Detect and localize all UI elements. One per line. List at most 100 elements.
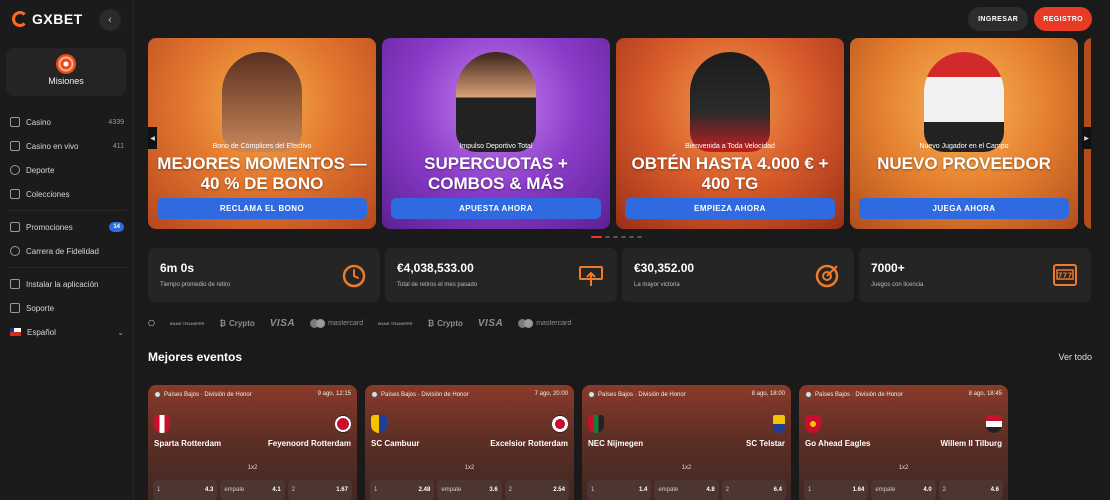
carousel-dot[interactable] (591, 236, 602, 238)
sidebar-item-count: 411 (112, 142, 124, 150)
payment-label: Crypto (437, 319, 463, 328)
payment-label: mastercard (536, 320, 572, 327)
carousel-pagination (591, 236, 642, 238)
bank-transfer-logo: BANK TRANSFER (170, 321, 204, 326)
team-crest-icon (588, 415, 604, 433)
promo-banner[interactable]: Nuevo Jugador en el Campo NUEVO PROVEEDO… (850, 38, 1078, 229)
sidebar-item-collections[interactable]: Colecciones (0, 182, 134, 206)
odd-button[interactable]: 2 2.54 (504, 480, 569, 500)
banner-character-image (456, 52, 536, 152)
market-label: 1x2 (464, 465, 475, 471)
market-label: 1x2 (898, 465, 909, 471)
odd-button[interactable]: 1 1.64 (804, 480, 869, 500)
odd-button[interactable]: 1 4.3 (153, 480, 218, 500)
promo-banner[interactable]: Impulso Deportivo Total SUPERCUOTAS + CO… (382, 38, 610, 229)
odds-row: 1 1.64 empate 4.0 2 4.6 (804, 480, 1003, 500)
sidebar-item-install-app[interactable]: Instalar la aplicación (0, 272, 134, 296)
sidebar-item-casino[interactable]: Casino 4339 (0, 110, 134, 134)
banner-cta-button[interactable]: JUEGA AHORA (859, 198, 1069, 219)
carousel-prev-button[interactable]: ◀ (148, 127, 157, 149)
timer-icon (342, 264, 366, 288)
odd-button[interactable]: 1 1.4 (587, 480, 652, 500)
target-icon (56, 54, 76, 74)
odd-button[interactable]: 2 1.67 (287, 480, 352, 500)
see-all-link[interactable]: Ver todo (1058, 352, 1092, 362)
banner-cta-button[interactable]: APUESTA AHORA (391, 198, 601, 219)
mastercard-logo: mastercard (310, 319, 363, 328)
sidebar-item-promotions[interactable]: Promociones 14 (0, 215, 134, 239)
stat-value: 7000+ (871, 261, 905, 275)
promo-banner[interactable]: Bienvenida a Toda Velocidad OBTÉN HASTA … (616, 38, 844, 229)
promo-carousel: Bono de Cómplices del Efectivo MEJORES M… (148, 38, 1091, 229)
carousel-dot[interactable] (605, 236, 610, 238)
odd-button[interactable]: 1 2.48 (370, 480, 435, 500)
banner-character-image (222, 52, 302, 152)
missions-label: Misiones (48, 76, 84, 86)
missions-button[interactable]: Misiones (6, 48, 126, 96)
sidebar-item-live-casino[interactable]: Casino en vivo 411 (0, 134, 134, 158)
odd-value: 2.48 (418, 487, 431, 493)
payment-logo-partial: ⎔ (148, 319, 155, 328)
event-card[interactable]: Países Bajos · División de Honor 8 ago, … (799, 385, 1008, 500)
banner-title: OBTÉN HASTA 4.000 € + 400 TG (631, 154, 829, 193)
language-selector[interactable]: Español ⌄ (0, 320, 134, 344)
odd-button[interactable]: empate 4.8 (654, 480, 719, 500)
divider (8, 210, 126, 211)
stat-card: 7000+ Juegos con licencia 777 (859, 248, 1091, 302)
event-card[interactable]: Países Bajos · División de Honor 8 ago, … (582, 385, 791, 500)
odd-key: 2 (508, 487, 512, 493)
team-crest-icon (371, 415, 387, 433)
sidebar-item-label: Casino en vivo (26, 141, 79, 151)
league-label: Países Bajos · División de Honor (598, 391, 686, 398)
odd-value: 4.1 (272, 487, 281, 493)
soccer-ball-icon (371, 391, 378, 398)
carousel-dot[interactable] (613, 236, 618, 238)
odd-button[interactable]: 2 6.4 (721, 480, 786, 500)
odd-key: 1 (157, 487, 161, 493)
banner-cta-button[interactable]: RECLAMA EL BONO (157, 198, 367, 219)
login-button[interactable]: INGRESAR (968, 7, 1029, 31)
odd-value: 4.6 (990, 487, 999, 493)
odd-value: 1.4 (638, 487, 648, 493)
home-team: Go Ahead Eagles (805, 439, 871, 448)
casino-icon (10, 117, 20, 127)
loyalty-icon (10, 246, 20, 256)
event-time: 7 ago, 20:00 (534, 391, 568, 397)
odds-row: 1 4.3 empate 4.1 2 1.67 (153, 480, 352, 500)
mastercard-logo: mastercard (518, 319, 571, 328)
crypto-logo: ₿ Crypto (427, 319, 463, 328)
odd-button[interactable]: empate 4.1 (220, 480, 285, 500)
odd-button[interactable]: empate 3.6 (437, 480, 502, 500)
header-actions: INGRESAR REGISTRO (968, 7, 1092, 31)
payment-label: Crypto (228, 319, 255, 328)
odd-button[interactable]: empate 4.0 (871, 480, 936, 500)
carousel-dot[interactable] (621, 236, 626, 238)
away-team: Feyenoord Rotterdam (267, 439, 351, 448)
events-list: Países Bajos · División de Honor 9 ago, … (148, 385, 1008, 500)
soccer-ball-icon (588, 391, 595, 398)
banner-title: MEJORES MOMENTOS — 40 % DE BONO (157, 154, 367, 193)
register-button[interactable]: REGISTRO (1034, 7, 1092, 31)
odd-value: 4.8 (706, 487, 715, 493)
promo-banner[interactable]: Bono de Cómplices del Efectivo MEJORES M… (148, 38, 376, 229)
odd-key: empate (224, 487, 245, 493)
sidebar-item-label: Colecciones (26, 189, 70, 199)
event-card[interactable]: Países Bajos · División de Honor 7 ago, … (365, 385, 574, 500)
carousel-dot[interactable] (629, 236, 634, 238)
logo-text: GXBET (32, 11, 83, 27)
gift-icon (10, 222, 20, 232)
collapse-sidebar-button[interactable]: ‹ (99, 9, 121, 31)
banner-cta-button[interactable]: EMPIEZA AHORA (625, 198, 835, 219)
sidebar-item-loyalty[interactable]: Carrera de Fidelidad (0, 239, 134, 263)
promotions-badge: 14 (109, 222, 124, 232)
odd-button[interactable]: 2 4.6 (938, 480, 1003, 500)
team-crest-icon (773, 415, 785, 433)
stat-value: €4,038,533.00 (397, 261, 474, 275)
event-card[interactable]: Países Bajos · División de Honor 9 ago, … (148, 385, 357, 500)
sidebar-item-sport[interactable]: Deporte (0, 158, 134, 182)
sidebar-item-support[interactable]: Soporte (0, 296, 134, 320)
carousel-dot[interactable] (637, 236, 642, 238)
carousel-next-button[interactable]: ▶ (1082, 127, 1091, 149)
logo[interactable]: GXBET (12, 11, 83, 27)
odd-key: 2 (942, 487, 946, 493)
